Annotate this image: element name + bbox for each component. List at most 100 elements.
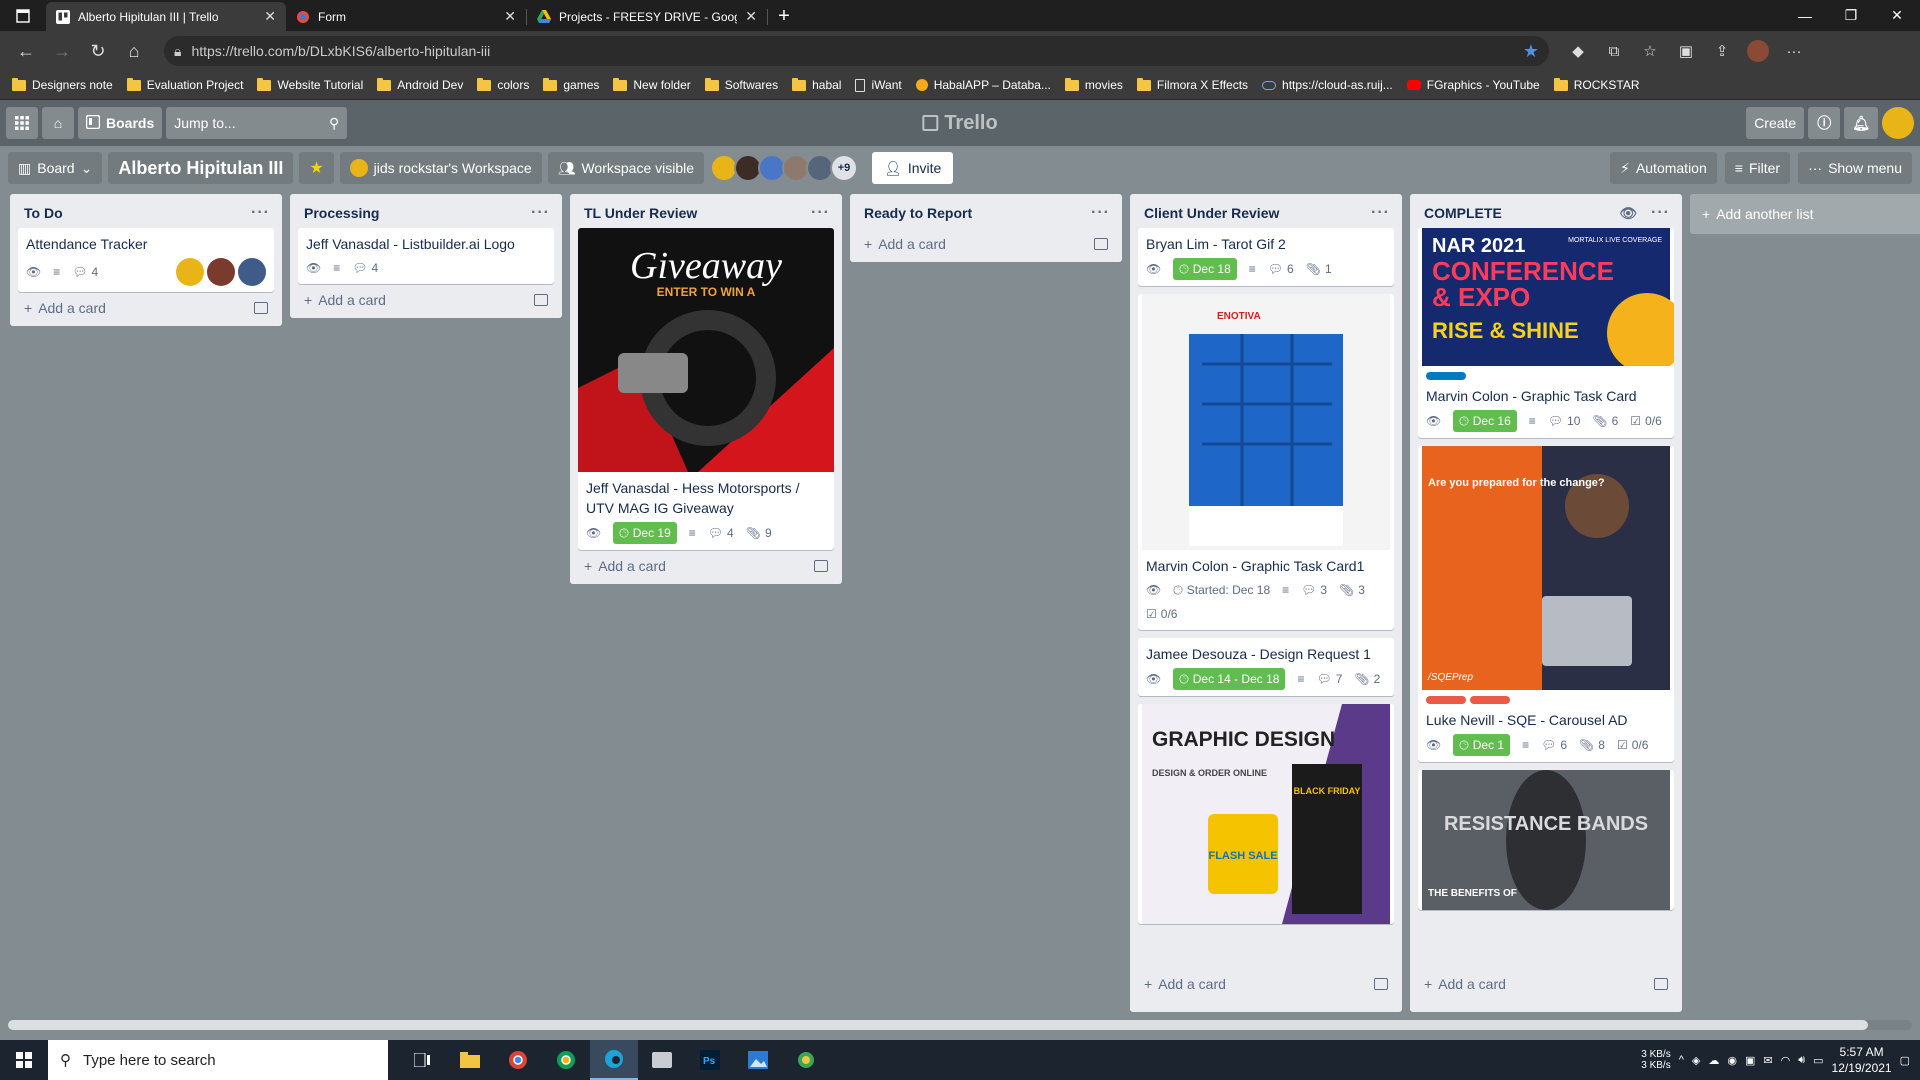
close-tab-icon[interactable]: ✕	[264, 8, 276, 25]
minimize-icon[interactable]: —	[1782, 0, 1828, 31]
share-icon[interactable]: ⇪	[1711, 40, 1733, 62]
member-avatar[interactable]	[207, 258, 235, 286]
filter-button[interactable]: ≡ Filter	[1724, 152, 1791, 184]
tab-actions-icon[interactable]	[0, 0, 46, 31]
bookmark-item[interactable]: movies	[1064, 77, 1123, 92]
add-card-button[interactable]: + Add a card	[1130, 968, 1402, 996]
bookmark-item[interactable]: Android Dev	[377, 77, 463, 92]
list-menu-icon[interactable]: ···	[251, 204, 270, 222]
card[interactable]: ENOTIVA Marvin Colon - Graphic Task Card…	[1138, 294, 1394, 630]
label-red[interactable]	[1470, 696, 1510, 704]
edge-icon[interactable]	[590, 1040, 638, 1080]
home-icon[interactable]: ⌂	[116, 35, 152, 67]
card[interactable]: Jeff Vanasdal - Listbuilder.ai Logo 👁︎ ≡…	[298, 228, 554, 284]
chrome-profile-icon[interactable]	[542, 1040, 590, 1080]
chrome-icon[interactable]	[494, 1040, 542, 1080]
bookmark-item[interactable]: Filmora X Effects	[1136, 77, 1248, 92]
start-date-badge[interactable]: 🕒︎ Started: Dec 18	[1173, 580, 1270, 600]
due-date-badge[interactable]: 🕒︎ Dec 14 - Dec 18	[1173, 668, 1286, 690]
list-menu-icon[interactable]: ···	[1651, 204, 1670, 222]
tray-app-icon[interactable]: ◈	[1692, 1054, 1700, 1067]
tab-form[interactable]: Form ✕	[286, 2, 526, 31]
add-card-button[interactable]: + Add a card	[570, 550, 842, 578]
list-title[interactable]: COMPLETE	[1424, 205, 1619, 221]
label-blue[interactable]	[1426, 372, 1466, 380]
create-button[interactable]: Create	[1746, 107, 1805, 139]
watch-list-eye-icon[interactable]: 👁︎	[1619, 205, 1637, 222]
due-date-badge[interactable]: 🕒︎ Dec 16	[1453, 410, 1517, 432]
taskbar-search[interactable]: ⚲ Type here to search	[48, 1040, 388, 1080]
visibility-button[interactable]: 👥︎ Workspace visible	[547, 152, 705, 184]
list-menu-icon[interactable]: ···	[811, 204, 830, 222]
user-avatar[interactable]	[1882, 107, 1914, 139]
list-title[interactable]: TL Under Review	[584, 205, 811, 221]
tray-app-icon[interactable]: ▣	[1745, 1054, 1755, 1067]
restore-icon[interactable]: ❐	[1828, 0, 1874, 31]
board-title[interactable]: Alberto Hipitulan III	[108, 152, 294, 184]
volume-icon[interactable]: 🔊︎	[1798, 1054, 1805, 1067]
show-menu-button[interactable]: ··· Show menu	[1798, 152, 1912, 184]
list-title[interactable]: Processing	[304, 205, 531, 221]
more-members-badge[interactable]: +9	[830, 154, 859, 182]
list-title[interactable]: Ready to Report	[864, 205, 1091, 221]
tray-app-icon[interactable]: ◉	[1727, 1054, 1737, 1067]
favorites-icon[interactable]: ☆	[1639, 40, 1661, 62]
bookmark-item[interactable]: games	[543, 77, 599, 92]
card-template-icon[interactable]	[1374, 978, 1388, 990]
app-icon[interactable]	[782, 1040, 830, 1080]
bookmark-item[interactable]: ROCKSTAR	[1553, 77, 1640, 92]
add-list-button[interactable]: + Add another list	[1690, 194, 1920, 234]
card-template-icon[interactable]	[1654, 978, 1668, 990]
profile-avatar[interactable]	[1747, 40, 1769, 62]
forward-icon[interactable]: →	[44, 35, 80, 67]
bookmark-item[interactable]: HabalAPP – Databa...	[915, 78, 1051, 92]
add-card-button[interactable]: + Add a card	[850, 228, 1122, 256]
invite-button[interactable]: 👤︎ Invite	[872, 152, 954, 184]
card[interactable]: Bryan Lim - Tarot Gif 2 👁︎ 🕒︎ Dec 18 ≡ 💬︎…	[1138, 228, 1394, 286]
card[interactable]: GRAPHIC DESIGN DESIGN & ORDER ONLINE FLA…	[1138, 704, 1394, 924]
close-window-icon[interactable]: ✕	[1874, 0, 1920, 31]
app-icon[interactable]	[638, 1040, 686, 1080]
list-title[interactable]: To Do	[24, 205, 251, 221]
card[interactable]: Jamee Desouza - Design Request 1 👁︎ 🕒︎ De…	[1138, 638, 1394, 696]
board-horizontal-scrollbar[interactable]	[8, 1020, 1912, 1030]
list-menu-icon[interactable]: ···	[1091, 204, 1110, 222]
card-template-icon[interactable]	[1094, 238, 1108, 250]
card-template-icon[interactable]	[254, 302, 268, 314]
notifications-bell-icon[interactable]: 🔔︎	[1844, 107, 1878, 139]
bookmark-item[interactable]: iWant	[855, 78, 902, 92]
cloud-icon[interactable]: ☁︎	[1708, 1054, 1719, 1067]
star-board-button[interactable]: ★	[299, 152, 334, 184]
refresh-icon[interactable]: ↻	[80, 35, 116, 67]
member-avatar[interactable]	[238, 258, 266, 286]
system-clock[interactable]: 5:57 AM 12/19/2021	[1832, 1044, 1892, 1076]
close-tab-icon[interactable]: ✕	[504, 8, 516, 25]
add-card-button[interactable]: + Add a card	[10, 292, 282, 320]
scrollbar-thumb[interactable]	[8, 1020, 1868, 1030]
wifi-icon[interactable]: ◠	[1781, 1054, 1791, 1067]
file-explorer-icon[interactable]	[446, 1040, 494, 1080]
bookmark-item[interactable]: Evaluation Project	[126, 77, 243, 92]
back-icon[interactable]: ←	[8, 35, 44, 67]
task-view-icon[interactable]	[398, 1040, 446, 1080]
bookmark-item[interactable]: FGraphics - YouTube	[1406, 78, 1540, 92]
card[interactable]: NAR 2021 CONFERENCE & EXPO RISE & SHINE …	[1418, 228, 1674, 438]
card-template-icon[interactable]	[534, 294, 548, 306]
card[interactable]: Are you prepared for the change? /SQEPre…	[1418, 446, 1674, 762]
extensions-puzzle-icon[interactable]: ⧉	[1603, 40, 1625, 62]
tab-drive[interactable]: Projects - FREESY DRIVE - Googl ✕	[527, 2, 767, 31]
bookmark-item[interactable]: colors	[477, 77, 529, 92]
add-card-button[interactable]: + Add a card	[1410, 968, 1682, 996]
list-menu-icon[interactable]: ···	[531, 204, 550, 222]
bookmark-item[interactable]: Designers note	[12, 77, 113, 92]
new-tab-button[interactable]: +	[768, 2, 800, 31]
tab-trello[interactable]: Alberto Hipitulan III | Trello ✕	[46, 2, 286, 31]
card[interactable]: Attendance Tracker 👁︎ ≡ 💬︎ 4	[18, 228, 274, 292]
bookmark-item[interactable]: Softwares	[704, 77, 778, 92]
label-red[interactable]	[1426, 696, 1466, 704]
collections-icon[interactable]: ▣	[1675, 40, 1697, 62]
due-date-badge[interactable]: 🕒︎ Dec 1	[1453, 734, 1511, 756]
member-avatar[interactable]	[176, 258, 204, 286]
extension-icon[interactable]: ◆	[1567, 40, 1589, 62]
card[interactable]: RESISTANCE BANDS THE BENEFITS OF	[1418, 770, 1674, 910]
